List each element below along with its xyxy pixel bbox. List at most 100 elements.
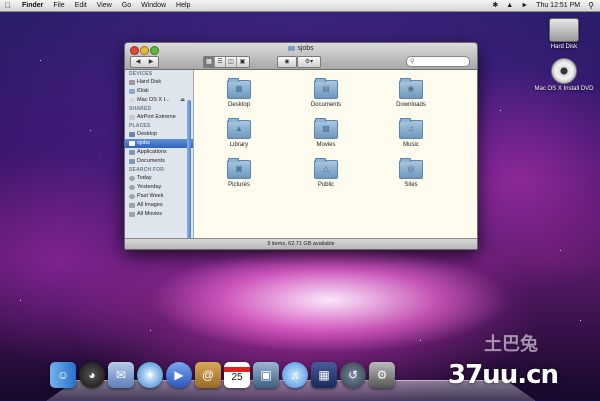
menu-edit[interactable]: Edit (75, 0, 87, 11)
folder-sites[interactable]: ◎ Sites (376, 158, 446, 188)
finder-icon[interactable]: ☺ (50, 362, 76, 388)
watermark-chinese: 土巴兔 (484, 334, 538, 354)
sidebar-item-label: Hard Disk (137, 79, 162, 85)
documents-folder-icon: ▤ (314, 78, 338, 99)
hard-disk-icon (549, 18, 579, 42)
sidebar-item-install-dvd[interactable]: Mac OS X I... ⏏ (125, 96, 193, 105)
time-machine-icon[interactable]: ↺ (340, 362, 366, 388)
status-bar: 9 items, 62.71 GB available (125, 238, 477, 249)
volume-icon[interactable]: ► (521, 0, 528, 11)
ical-date: 25 (231, 372, 243, 383)
menu-help[interactable]: Help (176, 0, 190, 11)
ical-icon[interactable]: 25 (224, 362, 250, 388)
folder-documents[interactable]: ▤ Documents (291, 78, 361, 108)
address-book-icon[interactable]: @ (195, 362, 221, 388)
sidebar-item-label: Today (137, 175, 152, 181)
sites-folder-icon: ◎ (399, 158, 423, 179)
menu-go[interactable]: Go (122, 0, 131, 11)
folder-desktop[interactable]: ▦ Desktop (204, 78, 274, 108)
sidebar-item-desktop[interactable]: Desktop (125, 130, 193, 139)
sidebar-item-hard-disk[interactable]: Hard Disk (125, 78, 193, 87)
wifi-icon[interactable]: ▲ (506, 0, 513, 11)
clock-icon (129, 185, 135, 190)
folder-pictures[interactable]: ▣ Pictures (204, 158, 274, 188)
itunes-icon[interactable]: ♫ (282, 362, 308, 388)
home-icon (129, 141, 135, 146)
smart-folder-icon (129, 212, 135, 217)
cover-flow-button[interactable]: ▣ (237, 57, 248, 67)
clock-icon (129, 194, 135, 199)
sidebar-item-all-movies[interactable]: All Movies (125, 210, 193, 219)
folder-label: Library (229, 142, 249, 148)
back-button[interactable]: ◀ (132, 57, 145, 67)
folder-movies[interactable]: ▩ Movies (291, 118, 361, 148)
smart-folder-icon (129, 203, 135, 208)
folder-label: Desktop (227, 102, 250, 108)
ichat-icon[interactable]: ▶ (166, 362, 192, 388)
sidebar-item-label: Desktop (137, 131, 158, 137)
view-mode-control: ▦ ☰ ◫ ▣ (203, 56, 250, 68)
downloads-folder-icon: ◉ (399, 78, 423, 99)
sidebar-item-documents[interactable]: Documents (125, 157, 193, 166)
sidebar-header-devices: DEVICES (129, 71, 153, 77)
folder-downloads[interactable]: ◉ Downloads (376, 78, 446, 108)
sidebar-item-label: AirPort Extreme (137, 114, 176, 120)
forward-button[interactable]: ▶ (145, 57, 158, 67)
sidebar-item-yesterday[interactable]: Yesterday (125, 183, 193, 192)
safari-icon[interactable]: ✦ (137, 362, 163, 388)
menu-window[interactable]: Window (141, 0, 166, 11)
search-input[interactable]: ⚲ (406, 56, 470, 67)
hard-disk-icon (129, 80, 135, 85)
back-forward-control: ◀ ▶ (130, 56, 159, 68)
sidebar-scrollbar[interactable] (187, 100, 191, 238)
search-icon: ⚲ (410, 59, 415, 65)
folder-music[interactable]: ♫ Music (376, 118, 446, 148)
clock-icon (129, 176, 135, 181)
sidebar-item-idisk[interactable]: iDisk (125, 87, 193, 96)
folder-label: Pictures (228, 182, 250, 188)
sidebar-header-places: PLACES (129, 123, 151, 129)
home-folder-icon (288, 45, 296, 51)
sidebar-item-past-week[interactable]: Past Week (125, 192, 193, 201)
eject-icon[interactable]: ⏏ (180, 96, 185, 105)
sidebar-item-label: Documents (137, 158, 165, 164)
sidebar-item-airport[interactable]: AirPort Extreme (125, 113, 193, 122)
sidebar-item-label: Past Week (137, 193, 164, 199)
folder-label: Downloads (396, 102, 426, 108)
column-view-button[interactable]: ◫ (226, 57, 237, 67)
folder-grid: ▦ Desktop ▤ Documents ◉ Downloads ▲ Library … (194, 70, 477, 238)
sidebar-item-label: All Images (137, 202, 163, 208)
list-view-button[interactable]: ☰ (215, 57, 226, 67)
apple-menu-icon[interactable]:  (5, 0, 11, 11)
sidebar-item-today[interactable]: Today (125, 174, 193, 183)
sidebar-item-all-images[interactable]: All Images (125, 201, 193, 210)
icon-view-button[interactable]: ▦ (204, 57, 215, 67)
folder-library[interactable]: ▲ Library (204, 118, 274, 148)
music-folder-icon: ♫ (399, 118, 423, 139)
sidebar-item-sjobs[interactable]: sjobs (125, 139, 193, 148)
menu-view[interactable]: View (97, 0, 112, 11)
menu-file[interactable]: File (53, 0, 64, 11)
menu-finder[interactable]: Finder (22, 0, 43, 11)
spotlight-icon[interactable]: ⚲ (588, 0, 594, 11)
mail-icon[interactable]: ✉ (108, 362, 134, 388)
folder-public[interactable]: △ Public (291, 158, 361, 188)
folder-label: Documents (310, 102, 342, 108)
sidebar-item-applications[interactable]: Applications (125, 148, 193, 157)
window-titlebar[interactable]: sjobs ◀ ▶ ▦ ☰ ◫ ▣ ◉ ⚙▾ ⚲ (125, 43, 477, 70)
action-button[interactable]: ⚙▾ (297, 56, 321, 68)
eye-icon: ◉ (284, 59, 290, 65)
desktop-icon-install-dvd[interactable]: Mac OS X Install DVD (534, 58, 594, 92)
desktop-icon-hard-disk[interactable]: Hard Disk (534, 18, 594, 50)
system-preferences-icon[interactable]: ⚙ (369, 362, 395, 388)
folder-label: Music (403, 142, 419, 148)
dashboard-icon[interactable]: ◕ (79, 362, 105, 388)
bluetooth-icon[interactable]: ✱ (492, 0, 498, 11)
clock[interactable]: Thu 12:51 PM (536, 0, 580, 11)
spaces-icon[interactable]: ▦ (311, 362, 337, 388)
iphoto-icon[interactable]: ▣ (253, 362, 279, 388)
quick-look-button[interactable]: ◉ (277, 56, 297, 68)
dock: ☺ ◕ ✉ ✦ ▶ @ 25 ▣ ♫ ▦ ↺ ⚙ (50, 362, 395, 392)
dvd-icon (551, 58, 577, 84)
library-folder-icon: ▲ (227, 118, 251, 139)
